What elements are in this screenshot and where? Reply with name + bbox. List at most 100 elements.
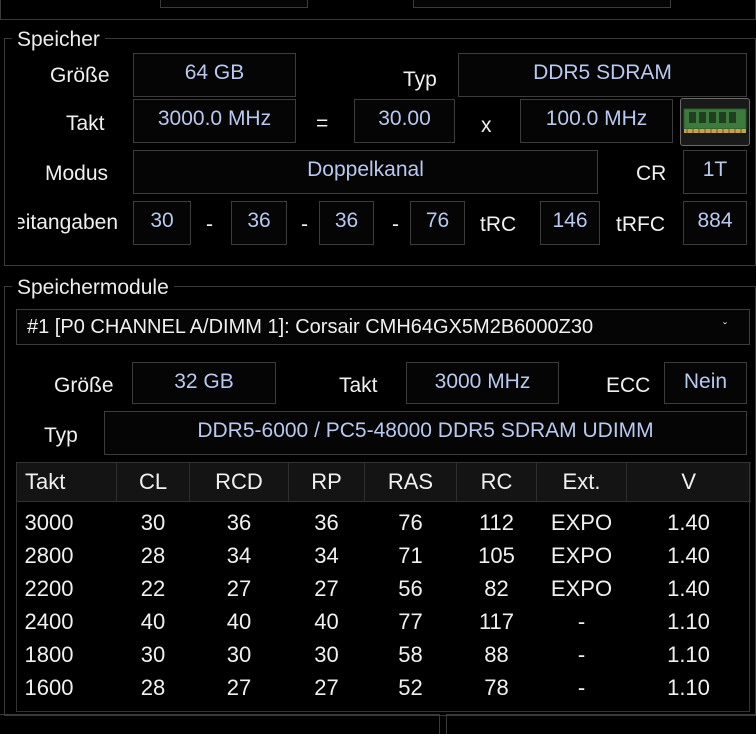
memory-module-icon [680,98,750,146]
cell-cl: 30 [140,510,166,535]
typ-value[interactable]: DDR5 SDRAM [458,53,747,97]
module-groesse-label: Größe [54,374,114,397]
timing-ras-value[interactable]: 76 [410,201,465,245]
takt-value[interactable]: 3000.0 MHz [133,99,296,143]
cell-cl: 28 [140,675,166,700]
previous-field-2 [413,0,671,8]
cell-rp: 36 [314,510,339,535]
timing-rp-value[interactable]: 36 [319,201,374,245]
cell-rp: 27 [314,576,339,601]
cell-ras: 71 [398,543,423,568]
cell-ext: EXPO [550,576,613,601]
cr-value[interactable]: 1T [683,150,747,194]
cell-v: 1.40 [667,510,710,535]
module-takt-value[interactable]: 3000 MHz [406,362,559,404]
bottom-panel-right [446,714,756,734]
cell-ras: 76 [398,510,423,535]
module-takt-label: Takt [339,374,378,397]
table-row[interactable]: 1600 28 27 27 52 78 - 1.10 [17,671,751,704]
groesse-value[interactable]: 64 GB [133,53,296,97]
modus-value[interactable]: Doppelkanal [133,150,598,194]
cell-rcd: 30 [226,642,252,667]
zeitangaben-label: Zeitangaben [18,211,118,234]
trc-label: tRC [480,213,517,236]
modus-label: Modus [45,162,109,185]
cell-ext: - [577,642,586,667]
trfc-value[interactable]: 884 [683,201,747,245]
cell-rc: 112 [478,510,515,535]
times-sign: x [481,114,492,137]
groesse-label: Größe [50,64,110,87]
cell-takt: 3000 [24,510,74,535]
cell-v: 1.40 [667,543,710,568]
column-header-rc[interactable]: RC [456,462,537,502]
module-typ-value[interactable]: DDR5-6000 / PC5-48000 DDR5 SDRAM UDIMM [104,411,747,455]
column-header-cl[interactable]: CL [116,462,190,502]
cell-takt: 2400 [24,609,74,634]
cell-rc: 117 [478,609,515,634]
cell-rcd: 27 [226,576,252,601]
cell-ext: EXPO [550,543,613,568]
multiplier-value[interactable]: 30.00 [354,99,455,143]
table-row[interactable]: 3000 30 36 36 76 112 EXPO 1.40 [17,502,751,540]
timing-rcd-value[interactable]: 36 [231,201,287,245]
cell-rcd: 36 [226,510,252,535]
cell-cl: 22 [140,576,166,601]
base-clock-value[interactable]: 100.0 MHz [520,99,673,143]
column-header-takt[interactable]: Takt [16,462,117,502]
cell-ras: 77 [398,609,423,634]
zeitangaben-label-clip: Zeitangaben [18,210,118,240]
cell-rp: 27 [314,675,339,700]
timing-cl-value[interactable]: 30 [133,201,191,245]
cell-rp: 40 [314,609,339,634]
ecc-value[interactable]: Nein [664,362,747,404]
cell-rc: 78 [484,675,509,700]
column-header-ext[interactable]: Ext. [536,462,627,502]
cell-cl: 30 [140,642,166,667]
chevron-down-icon[interactable]: ˇ [723,310,727,344]
module-groesse-value[interactable]: 32 GB [132,362,276,404]
dash-2: - [301,213,308,236]
cell-ras: 56 [398,576,423,601]
cell-cl: 40 [140,609,166,634]
cell-v: 1.40 [667,576,710,601]
cell-takt: 1600 [24,675,74,700]
cell-rcd: 40 [226,609,252,634]
timings-header-row: Takt CL RCD RP RAS RC Ext. V [16,462,751,502]
cell-rcd: 34 [226,543,252,568]
trc-value[interactable]: 146 [540,201,600,245]
bottom-panel-left [0,714,440,734]
cell-rc: 82 [484,576,509,601]
previous-field-1 [160,0,308,8]
cell-ras: 52 [398,675,423,700]
cell-takt: 1800 [24,642,74,667]
table-row[interactable]: 2400 40 40 40 77 117 - 1.10 [17,605,751,638]
cell-v: 1.10 [667,609,710,634]
table-row[interactable]: 2200 22 27 27 56 82 EXPO 1.40 [17,572,751,605]
cell-ext: - [577,609,586,634]
cell-v: 1.10 [667,642,710,667]
takt-label: Takt [66,112,105,135]
cell-ext: - [577,675,586,700]
table-row[interactable]: 1800 30 30 30 58 88 - 1.10 [17,638,751,671]
module-select[interactable]: #1 [P0 CHANNEL A/DIMM 1]: Corsair CMH64G… [16,309,750,345]
cr-label: CR [636,162,667,185]
cell-v: 1.10 [667,675,710,700]
cell-rp: 30 [314,642,339,667]
column-header-v[interactable]: V [626,462,751,502]
dash-3: - [392,213,399,236]
typ-label: Typ [403,68,437,91]
module-typ-label: Typ [44,424,78,447]
column-header-rcd[interactable]: RCD [189,462,289,502]
cell-rcd: 27 [226,675,252,700]
module-select-value: #1 [P0 CHANNEL A/DIMM 1]: Corsair CMH64G… [27,316,594,338]
table-row[interactable]: 2800 28 34 34 71 105 EXPO 1.40 [17,539,751,572]
column-header-rp[interactable]: RP [288,462,365,502]
column-header-ras[interactable]: RAS [364,462,457,502]
speichermodule-group-title: Speichermodule [12,275,174,301]
cell-takt: 2800 [24,543,74,568]
speicher-group-title: Speicher [12,27,105,53]
ecc-label: ECC [606,374,651,397]
dash-1: - [206,213,213,236]
equals-sign: = [316,112,329,135]
